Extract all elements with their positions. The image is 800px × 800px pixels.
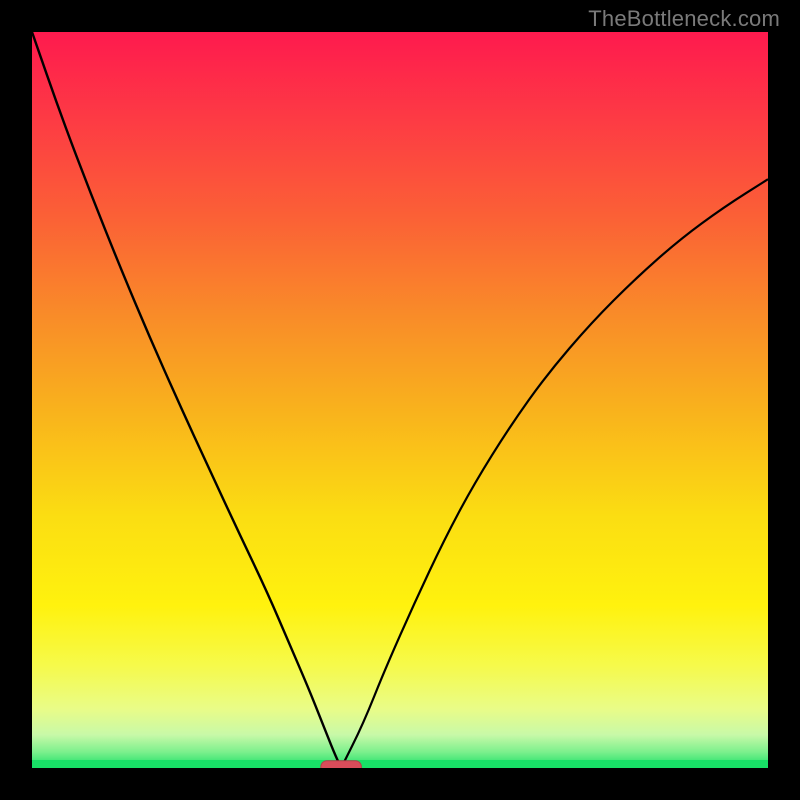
green-baseline-band [32,760,768,768]
bottleneck-chart [32,32,768,768]
chart-frame [32,32,768,768]
watermark-text: TheBottleneck.com [588,6,780,32]
gradient-background [32,32,768,768]
minimum-marker [321,761,361,768]
